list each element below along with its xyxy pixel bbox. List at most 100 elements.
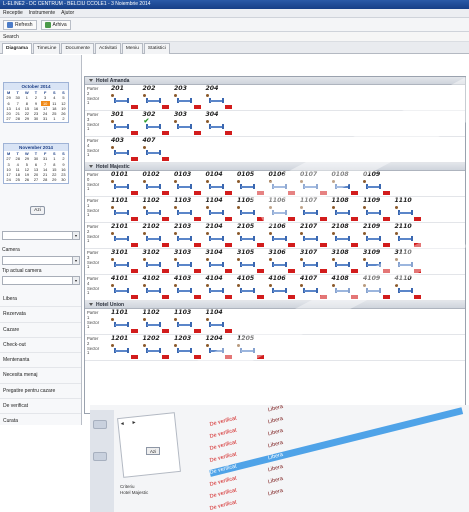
- tab-diagrama[interactable]: Diagrama: [2, 43, 32, 54]
- room-cell[interactable]: 2106: [267, 223, 299, 249]
- room-cell[interactable]: 1109: [361, 197, 393, 223]
- room-cell[interactable]: 303: [172, 111, 204, 137]
- calendar-day[interactable]: 31: [41, 116, 50, 121]
- calendar-day[interactable]: 25: [13, 177, 22, 182]
- room-cell[interactable]: 4101: [109, 275, 141, 301]
- hotel-header[interactable]: Hotel Union: [85, 301, 465, 309]
- room-cell[interactable]: 1102: [141, 309, 173, 335]
- room-cell[interactable]: 3101: [109, 249, 141, 275]
- menu-item[interactable]: Ajutor: [61, 10, 74, 16]
- room-cell[interactable]: 0101: [109, 171, 141, 197]
- status-item[interactable]: Curata: [0, 414, 81, 425]
- room-cell[interactable]: 4107: [298, 275, 330, 301]
- calendar-day[interactable]: 28: [41, 177, 50, 182]
- calendar-day[interactable]: 29: [50, 177, 59, 182]
- hotel-header[interactable]: Hotel Majestic: [85, 163, 465, 171]
- background-calendar[interactable]: ◀ ▶: [117, 412, 181, 478]
- room-cell[interactable]: 0108: [330, 171, 362, 197]
- calendar-day[interactable]: 28: [13, 116, 22, 121]
- status-item[interactable]: Libera: [0, 292, 81, 308]
- menu-item[interactable]: Receptie: [3, 10, 23, 16]
- room-cell[interactable]: 3106: [267, 249, 299, 275]
- room-cell[interactable]: 3110: [393, 249, 425, 275]
- room-cell[interactable]: 1103: [172, 197, 204, 223]
- refresh-button[interactable]: Refresh: [3, 20, 37, 30]
- room-cell[interactable]: 4106: [267, 275, 299, 301]
- calendar-day[interactable]: 27: [31, 177, 40, 182]
- room-cell[interactable]: 2110: [393, 223, 425, 249]
- background-side-button[interactable]: [93, 420, 107, 429]
- room-cell[interactable]: 4105: [235, 275, 267, 301]
- room-cell[interactable]: 2102: [141, 223, 173, 249]
- room-cell[interactable]: 1106: [267, 197, 299, 223]
- room-cell[interactable]: 3109: [361, 249, 393, 275]
- calendar-day[interactable]: 2: [59, 116, 68, 121]
- hotel-header[interactable]: Hotel Amanda: [85, 77, 465, 85]
- room-cell[interactable]: 1101: [109, 309, 141, 335]
- room-cell[interactable]: 2108: [330, 223, 362, 249]
- room-cell[interactable]: 1202: [141, 335, 173, 361]
- collapse-icon[interactable]: [89, 165, 93, 169]
- room-cell[interactable]: 2107: [298, 223, 330, 249]
- room-cell[interactable]: 3104: [204, 249, 236, 275]
- room-cell[interactable]: 407: [141, 137, 173, 163]
- calendar-day[interactable]: 29: [22, 116, 31, 121]
- room-cell[interactable]: 201: [109, 85, 141, 111]
- calendar-day[interactable]: 24: [4, 177, 13, 182]
- collapse-icon[interactable]: [89, 79, 93, 83]
- room-cell[interactable]: 3108: [330, 249, 362, 275]
- menu-item[interactable]: Instrumente: [29, 10, 55, 16]
- tab-meniu[interactable]: Meniu: [121, 43, 143, 54]
- room-cell[interactable]: 0105: [235, 171, 267, 197]
- filter-select-1[interactable]: ▾: [2, 231, 80, 240]
- camera-select[interactable]: ▾: [2, 256, 80, 265]
- status-item[interactable]: Necesita menaj: [0, 368, 81, 384]
- room-cell[interactable]: 3102: [141, 249, 173, 275]
- room-cell[interactable]: 1201: [109, 335, 141, 361]
- background-today-button[interactable]: Azi: [146, 447, 160, 455]
- room-cell[interactable]: 2104: [204, 223, 236, 249]
- room-cell[interactable]: 202: [141, 85, 173, 111]
- room-cell[interactable]: 0104: [204, 171, 236, 197]
- room-cell[interactable]: 1104: [204, 309, 236, 335]
- status-item[interactable]: Mentenanta: [0, 353, 81, 369]
- calendar-day[interactable]: 27: [4, 116, 13, 121]
- tab-timeline[interactable]: TimeLine: [32, 43, 61, 54]
- room-cell[interactable]: 1108: [330, 197, 362, 223]
- room-cell[interactable]: 1107: [298, 197, 330, 223]
- room-cell[interactable]: 3103: [172, 249, 204, 275]
- tab-documente[interactable]: Documente: [61, 43, 94, 54]
- status-item[interactable]: Check-out: [0, 338, 81, 354]
- room-cell[interactable]: 4109: [361, 275, 393, 301]
- room-cell[interactable]: 403: [109, 137, 141, 163]
- room-cell[interactable]: 1205: [235, 335, 267, 361]
- status-item[interactable]: Rezervata: [0, 307, 81, 323]
- room-cell[interactable]: 4104: [204, 275, 236, 301]
- actual-type-select[interactable]: ▾: [2, 276, 80, 285]
- calendar-november[interactable]: November 2014 M T W T F S S 27 28 29 30 31 1 2 3 4 5 6 7 8 9…: [3, 143, 69, 184]
- status-item[interactable]: Pregatire pentru cazare: [0, 384, 81, 400]
- room-cell[interactable]: 0106: [267, 171, 299, 197]
- room-cell[interactable]: 0107: [298, 171, 330, 197]
- calendar-day[interactable]: 30: [59, 177, 68, 182]
- room-cell[interactable]: 304: [204, 111, 236, 137]
- today-button[interactable]: Azi: [30, 206, 45, 215]
- status-item[interactable]: De verificat: [0, 399, 81, 415]
- room-cell[interactable]: 301: [109, 111, 141, 137]
- room-cell[interactable]: 204: [204, 85, 236, 111]
- room-cell[interactable]: 4108: [330, 275, 362, 301]
- archive-button[interactable]: Arhiva: [40, 20, 71, 30]
- room-cell[interactable]: 0102: [141, 171, 173, 197]
- room-cell[interactable]: 4103: [172, 275, 204, 301]
- calendar-day[interactable]: 1: [50, 116, 59, 121]
- room-cell[interactable]: 2103: [172, 223, 204, 249]
- room-cell[interactable]: 0109: [361, 171, 393, 197]
- status-item[interactable]: Cazare: [0, 323, 81, 338]
- room-cell[interactable]: 1102: [141, 197, 173, 223]
- calendar-october[interactable]: October 2014 M T W T F S S 29 30 1 2 3 4 5 6 7 8 9 10 11 12 1…: [3, 82, 69, 123]
- room-cell[interactable]: 3107: [298, 249, 330, 275]
- room-cell[interactable]: 203: [172, 85, 204, 111]
- room-cell[interactable]: 4110: [393, 275, 425, 301]
- room-cell[interactable]: 0103: [172, 171, 204, 197]
- room-cell[interactable]: 2109: [361, 223, 393, 249]
